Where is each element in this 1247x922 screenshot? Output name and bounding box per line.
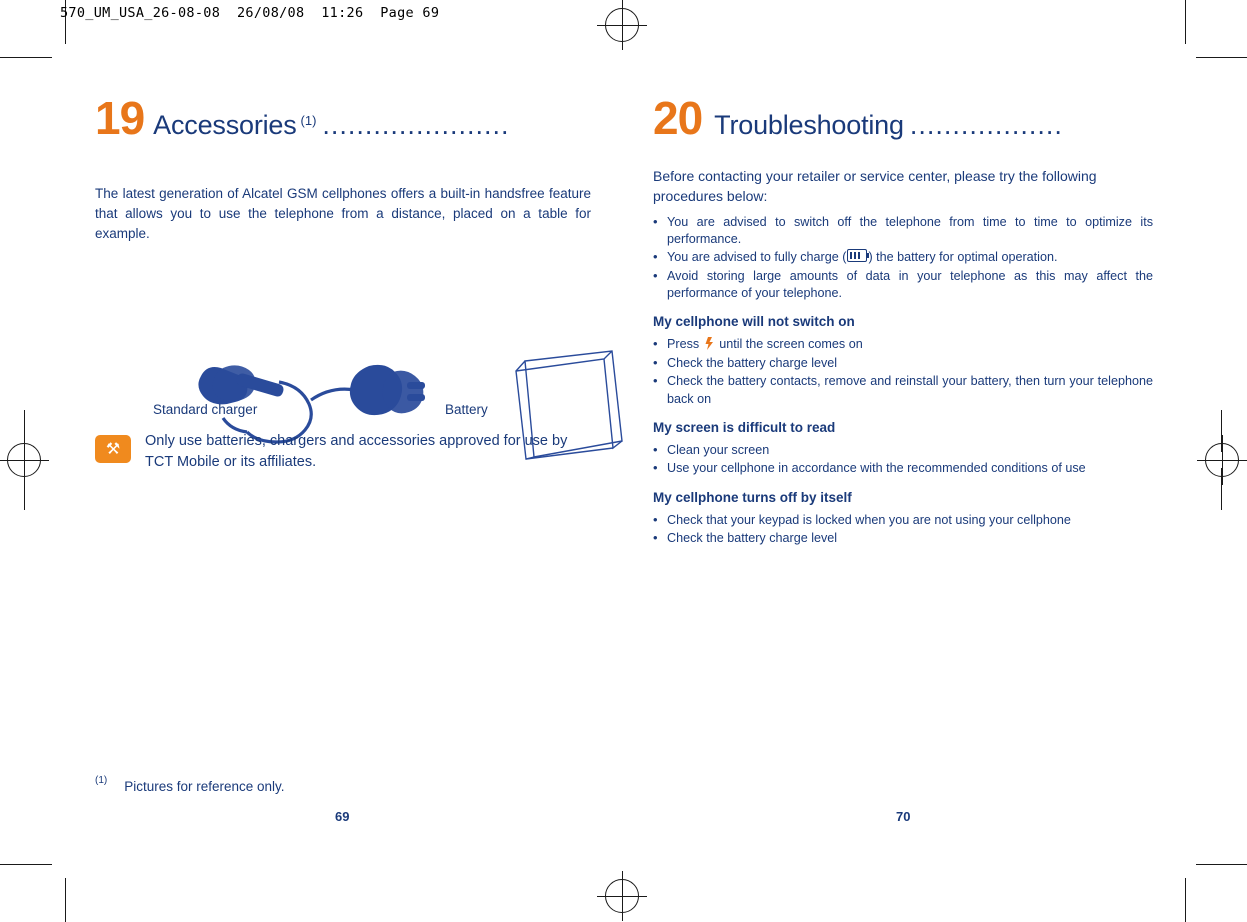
section-bullets-turns-off-by-itself: Check that your keypad is locked when yo… [653, 511, 1153, 548]
warning-note-icon: ⚒ [95, 435, 131, 463]
section-heading-screen-difficult-to-read: My screen is difficult to read [653, 419, 836, 435]
bullet-text: Check the battery contacts, remove and r… [667, 374, 1153, 406]
troubleshooting-intro: Before contacting your retailer or servi… [653, 168, 1097, 205]
battery-icon [847, 249, 870, 263]
chapter-leader-dots: .................. [909, 110, 1063, 140]
left-page-column: 19 Accessories (1) .....................… [95, 95, 623, 470]
footnote-marker: (1) [95, 775, 108, 786]
figure-caption-standard-charger: Standard charger [153, 402, 258, 417]
bullet-text: Check the battery charge level [667, 355, 838, 370]
page-number-left: 69 [335, 809, 350, 824]
chapter-number: 19 [95, 92, 145, 144]
section-heading-turns-off-by-itself: My cellphone turns off by itself [653, 489, 852, 505]
bullet-text: Use your cellphone in accordance with th… [667, 461, 1086, 476]
list-item: Clean your screen [653, 441, 1153, 459]
right-page-column: 20 Troubleshooting .................. Be… [653, 95, 1153, 548]
note-icon-glyph: ⚒ [105, 441, 121, 458]
list-item: Check the battery charge level [653, 354, 1153, 372]
bullet-text: Avoid storing large amounts of data in y… [667, 268, 1153, 301]
bullet-text: Check the battery charge level [667, 531, 838, 546]
chapter-title: Accessories [153, 110, 297, 140]
chapter-heading-accessories: 19 Accessories (1) .....................… [95, 95, 595, 141]
bullet-text: You are advised to switch off the teleph… [667, 214, 1153, 246]
troubleshooting-intro-bullets: You are advised to switch off the teleph… [653, 213, 1153, 303]
figure-caption-battery: Battery [445, 402, 488, 417]
chapter-leader-dots: ...................... [322, 110, 510, 140]
section-bullets-screen-difficult-to-read: Clean your screen Use your cellphone in … [653, 441, 1153, 478]
list-item: Press until the screen comes on [653, 335, 1153, 353]
power-key-icon [705, 337, 714, 351]
note-text: Only use batteries, chargers and accesso… [145, 433, 568, 470]
chapter-footnote-marker: (1) [300, 113, 317, 128]
accessories-intro-paragraph: The latest generation of Alcatel GSM cel… [95, 186, 591, 241]
list-item: Avoid storing large amounts of data in y… [653, 267, 1153, 303]
section-bullets-will-not-switch-on: Press until the screen comes on Check th… [653, 335, 1153, 408]
chapter-number: 20 [653, 92, 703, 144]
chapter-title: Troubleshooting [714, 110, 904, 140]
list-item: Check the battery charge level [653, 529, 1153, 547]
list-item: Check the battery contacts, remove and r… [653, 372, 1153, 408]
approved-accessories-note: ⚒ Only use batteries, chargers and acces… [95, 431, 595, 472]
bullet-text: Clean your screen [667, 442, 770, 457]
bullet-text: Check that your keypad is locked when yo… [667, 512, 1071, 527]
list-item: You are advised to fully charge () the b… [653, 248, 1153, 266]
page-number-right: 70 [896, 809, 911, 824]
chapter-heading-troubleshooting: 20 Troubleshooting .................. [653, 95, 1153, 141]
list-item: Check that your keypad is locked when yo… [653, 511, 1153, 529]
list-item: You are advised to switch off the teleph… [653, 213, 1153, 249]
footnote-text: Pictures for reference only. [124, 779, 285, 794]
section-heading-will-not-switch-on: My cellphone will not switch on [653, 314, 855, 330]
list-item: Use your cellphone in accordance with th… [653, 459, 1153, 477]
footnote: (1) Pictures for reference only. [95, 775, 285, 794]
document-spread: 19 Accessories (1) .....................… [0, 0, 1247, 922]
